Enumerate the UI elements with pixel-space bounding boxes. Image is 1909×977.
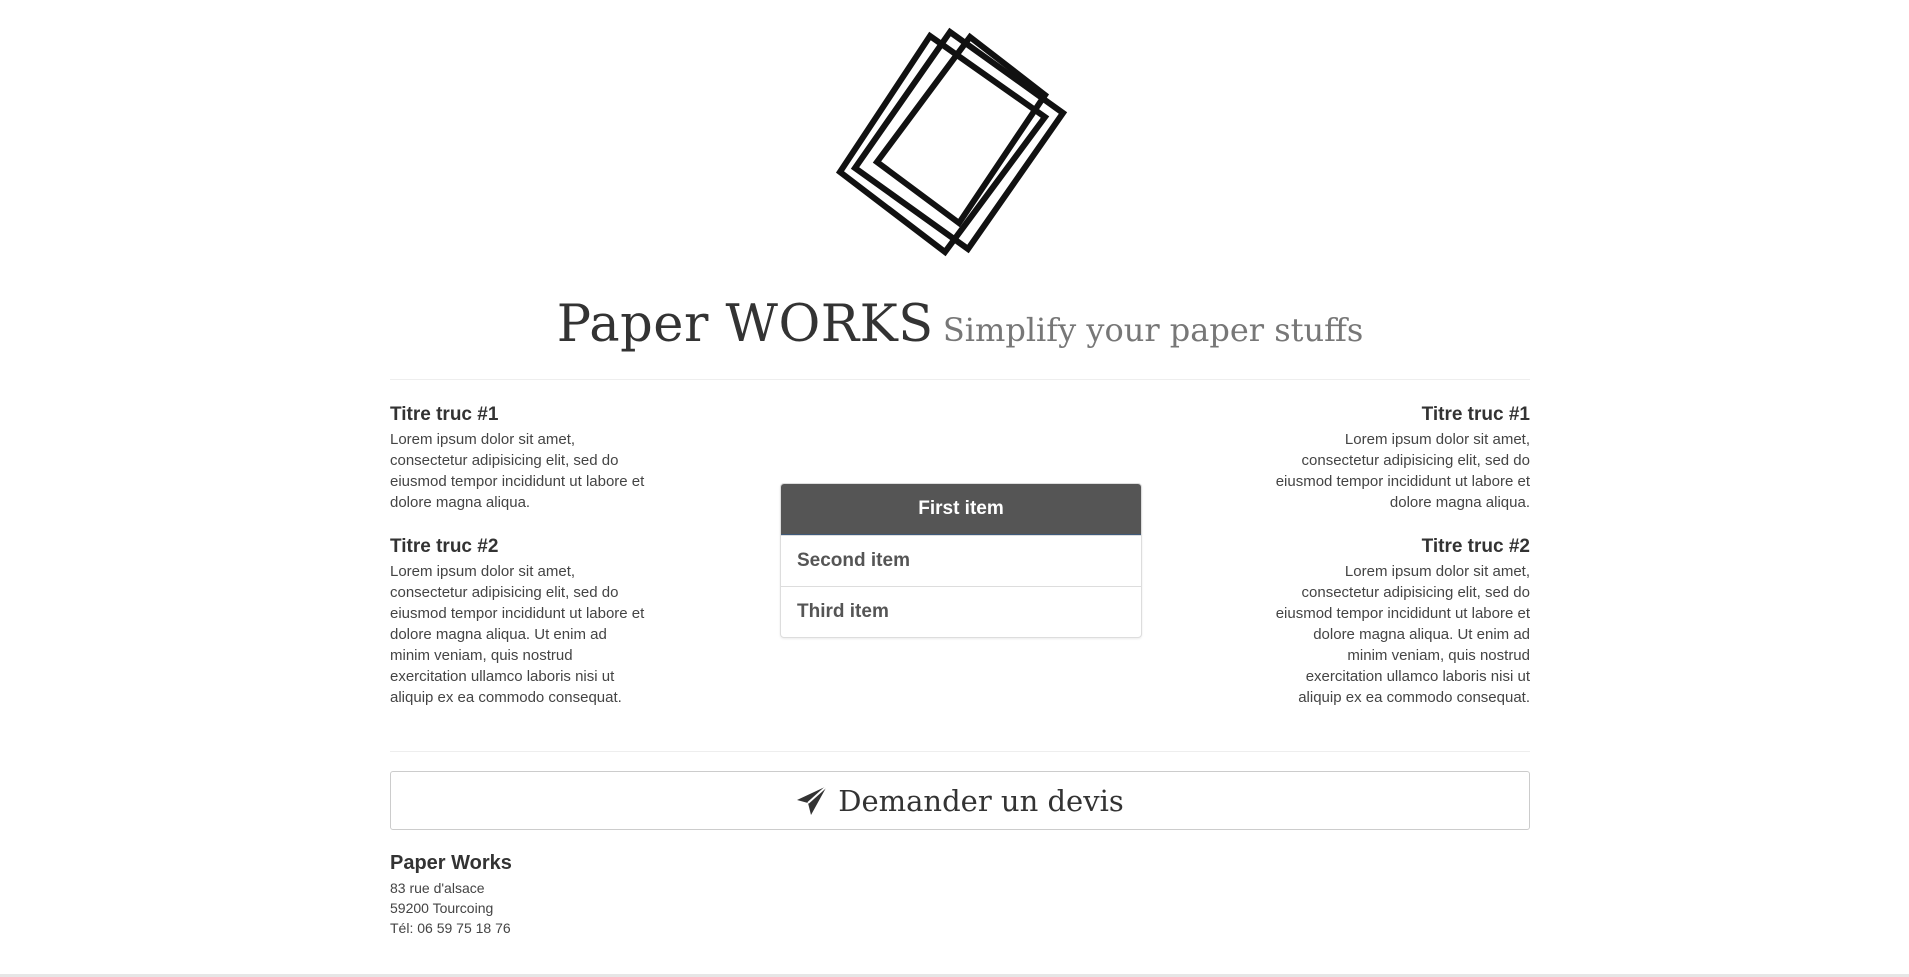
footer-address-line2: 59200 Tourcoing <box>390 900 494 916</box>
request-quote-button[interactable]: Demander un devis <box>390 771 1530 830</box>
right-column: Titre truc #1 Lorem ipsum dolor sit amet… <box>1270 403 1530 730</box>
paper-sheets-icon <box>835 27 1068 257</box>
page-header: Paper WORKS Simplify your paper stuffs <box>0 295 1909 354</box>
footer-phone: Tél: 06 59 75 18 76 <box>390 920 511 936</box>
list-group: First item Second item Third item <box>780 483 1142 638</box>
section-text: Lorem ipsum dolor sit amet, consectetur … <box>390 563 645 706</box>
section-title: Titre truc #2 <box>390 536 499 557</box>
section-text: Lorem ipsum dolor sit amet, consectetur … <box>390 431 645 511</box>
site-title: Paper WORKS <box>556 295 934 354</box>
footer-company: Paper Works <box>390 852 512 874</box>
footer-address-line1: 83 rue d'alsace <box>390 880 485 896</box>
left-column: Titre truc #1 Lorem ipsum dolor sit amet… <box>390 403 650 730</box>
site-subtitle: Simplify your paper stuffs <box>942 311 1364 349</box>
footer: Paper Works 83 rue d'alsace 59200 Tourco… <box>390 852 512 938</box>
section-text: Lorem ipsum dolor sit amet, consectetur … <box>1275 563 1530 706</box>
list-item-third[interactable]: Third item <box>781 586 1141 637</box>
section-title: Titre truc #2 <box>1421 536 1530 557</box>
content-divider <box>390 751 1530 752</box>
section-text: Lorem ipsum dolor sit amet, consectetur … <box>1275 431 1530 511</box>
request-quote-label: Demander un devis <box>838 783 1124 818</box>
section-title: Titre truc #1 <box>390 404 499 425</box>
paper-plane-icon <box>797 784 828 815</box>
list-item-second[interactable]: Second item <box>781 535 1141 586</box>
section-title: Titre truc #1 <box>1421 404 1530 425</box>
header-divider <box>390 379 1530 380</box>
list-item-first[interactable]: First item <box>781 484 1141 535</box>
